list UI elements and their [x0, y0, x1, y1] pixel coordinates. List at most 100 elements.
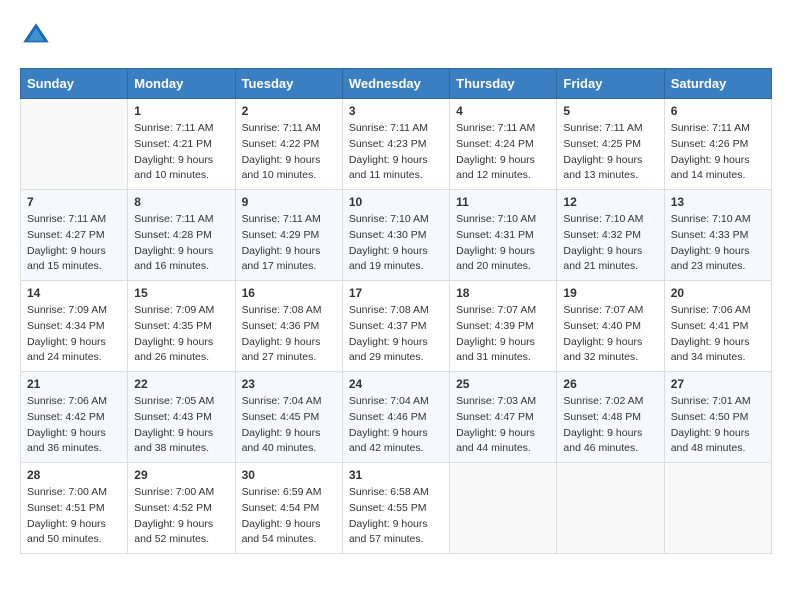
sunrise-text: Sunrise: 7:09 AM — [134, 304, 214, 316]
calendar-week-2: 14 Sunrise: 7:09 AM Sunset: 4:34 PM Dayl… — [21, 281, 772, 372]
sunrise-text: Sunrise: 7:05 AM — [134, 395, 214, 407]
sunrise-text: Sunrise: 7:00 AM — [27, 486, 107, 498]
sunset-text: Sunset: 4:31 PM — [456, 229, 534, 241]
sunset-text: Sunset: 4:21 PM — [134, 138, 212, 150]
day-info: Sunrise: 7:11 AM Sunset: 4:22 PM Dayligh… — [242, 121, 336, 184]
day-number: 24 — [349, 377, 443, 391]
day-number: 21 — [27, 377, 121, 391]
daylight-text: Daylight: 9 hours and 38 minutes. — [134, 427, 213, 455]
day-number: 10 — [349, 195, 443, 209]
daylight-text: Daylight: 9 hours and 23 minutes. — [671, 245, 750, 273]
page-header — [20, 20, 772, 52]
sunset-text: Sunset: 4:36 PM — [242, 320, 320, 332]
calendar-cell: 21 Sunrise: 7:06 AM Sunset: 4:42 PM Dayl… — [21, 372, 128, 463]
day-info: Sunrise: 7:00 AM Sunset: 4:52 PM Dayligh… — [134, 485, 228, 548]
day-number: 9 — [242, 195, 336, 209]
day-number: 3 — [349, 104, 443, 118]
calendar-cell: 1 Sunrise: 7:11 AM Sunset: 4:21 PM Dayli… — [128, 99, 235, 190]
sunset-text: Sunset: 4:45 PM — [242, 411, 320, 423]
sunrise-text: Sunrise: 7:03 AM — [456, 395, 536, 407]
calendar-week-0: 1 Sunrise: 7:11 AM Sunset: 4:21 PM Dayli… — [21, 99, 772, 190]
sunset-text: Sunset: 4:42 PM — [27, 411, 105, 423]
sunset-text: Sunset: 4:54 PM — [242, 502, 320, 514]
calendar-header-friday: Friday — [557, 69, 664, 99]
day-number: 17 — [349, 286, 443, 300]
day-number: 13 — [671, 195, 765, 209]
day-info: Sunrise: 7:01 AM Sunset: 4:50 PM Dayligh… — [671, 394, 765, 457]
calendar-header-wednesday: Wednesday — [342, 69, 449, 99]
day-number: 26 — [563, 377, 657, 391]
calendar-cell: 29 Sunrise: 7:00 AM Sunset: 4:52 PM Dayl… — [128, 463, 235, 554]
day-info: Sunrise: 7:07 AM Sunset: 4:40 PM Dayligh… — [563, 303, 657, 366]
daylight-text: Daylight: 9 hours and 29 minutes. — [349, 336, 428, 364]
sunrise-text: Sunrise: 7:06 AM — [27, 395, 107, 407]
sunset-text: Sunset: 4:28 PM — [134, 229, 212, 241]
day-info: Sunrise: 7:11 AM Sunset: 4:23 PM Dayligh… — [349, 121, 443, 184]
daylight-text: Daylight: 9 hours and 17 minutes. — [242, 245, 321, 273]
sunrise-text: Sunrise: 7:11 AM — [563, 122, 642, 134]
daylight-text: Daylight: 9 hours and 36 minutes. — [27, 427, 106, 455]
calendar-cell: 12 Sunrise: 7:10 AM Sunset: 4:32 PM Dayl… — [557, 190, 664, 281]
day-info: Sunrise: 7:09 AM Sunset: 4:35 PM Dayligh… — [134, 303, 228, 366]
sunrise-text: Sunrise: 7:11 AM — [349, 122, 428, 134]
day-info: Sunrise: 7:11 AM Sunset: 4:25 PM Dayligh… — [563, 121, 657, 184]
sunset-text: Sunset: 4:50 PM — [671, 411, 749, 423]
calendar-cell: 2 Sunrise: 7:11 AM Sunset: 4:22 PM Dayli… — [235, 99, 342, 190]
daylight-text: Daylight: 9 hours and 10 minutes. — [242, 154, 321, 182]
daylight-text: Daylight: 9 hours and 19 minutes. — [349, 245, 428, 273]
calendar-week-1: 7 Sunrise: 7:11 AM Sunset: 4:27 PM Dayli… — [21, 190, 772, 281]
sunset-text: Sunset: 4:52 PM — [134, 502, 212, 514]
sunrise-text: Sunrise: 7:11 AM — [134, 213, 213, 225]
day-info: Sunrise: 7:11 AM Sunset: 4:29 PM Dayligh… — [242, 212, 336, 275]
sunrise-text: Sunrise: 7:02 AM — [563, 395, 643, 407]
daylight-text: Daylight: 9 hours and 16 minutes. — [134, 245, 213, 273]
sunset-text: Sunset: 4:41 PM — [671, 320, 749, 332]
day-number: 16 — [242, 286, 336, 300]
daylight-text: Daylight: 9 hours and 34 minutes. — [671, 336, 750, 364]
sunrise-text: Sunrise: 7:07 AM — [456, 304, 536, 316]
calendar-cell — [664, 463, 771, 554]
logo — [20, 20, 56, 52]
calendar-cell: 13 Sunrise: 7:10 AM Sunset: 4:33 PM Dayl… — [664, 190, 771, 281]
daylight-text: Daylight: 9 hours and 31 minutes. — [456, 336, 535, 364]
calendar-cell: 22 Sunrise: 7:05 AM Sunset: 4:43 PM Dayl… — [128, 372, 235, 463]
day-number: 15 — [134, 286, 228, 300]
day-number: 25 — [456, 377, 550, 391]
calendar-cell: 26 Sunrise: 7:02 AM Sunset: 4:48 PM Dayl… — [557, 372, 664, 463]
day-number: 11 — [456, 195, 550, 209]
day-number: 27 — [671, 377, 765, 391]
day-info: Sunrise: 7:08 AM Sunset: 4:37 PM Dayligh… — [349, 303, 443, 366]
daylight-text: Daylight: 9 hours and 57 minutes. — [349, 518, 428, 546]
calendar-cell: 14 Sunrise: 7:09 AM Sunset: 4:34 PM Dayl… — [21, 281, 128, 372]
sunrise-text: Sunrise: 7:08 AM — [242, 304, 322, 316]
calendar-header-monday: Monday — [128, 69, 235, 99]
day-number: 12 — [563, 195, 657, 209]
calendar-cell: 9 Sunrise: 7:11 AM Sunset: 4:29 PM Dayli… — [235, 190, 342, 281]
sunrise-text: Sunrise: 7:06 AM — [671, 304, 751, 316]
daylight-text: Daylight: 9 hours and 12 minutes. — [456, 154, 535, 182]
day-number: 5 — [563, 104, 657, 118]
daylight-text: Daylight: 9 hours and 26 minutes. — [134, 336, 213, 364]
sunrise-text: Sunrise: 7:09 AM — [27, 304, 107, 316]
daylight-text: Daylight: 9 hours and 52 minutes. — [134, 518, 213, 546]
day-info: Sunrise: 6:58 AM Sunset: 4:55 PM Dayligh… — [349, 485, 443, 548]
day-info: Sunrise: 7:08 AM Sunset: 4:36 PM Dayligh… — [242, 303, 336, 366]
day-info: Sunrise: 7:03 AM Sunset: 4:47 PM Dayligh… — [456, 394, 550, 457]
sunset-text: Sunset: 4:48 PM — [563, 411, 641, 423]
day-number: 20 — [671, 286, 765, 300]
day-info: Sunrise: 7:02 AM Sunset: 4:48 PM Dayligh… — [563, 394, 657, 457]
calendar-cell: 7 Sunrise: 7:11 AM Sunset: 4:27 PM Dayli… — [21, 190, 128, 281]
sunset-text: Sunset: 4:46 PM — [349, 411, 427, 423]
day-info: Sunrise: 7:00 AM Sunset: 4:51 PM Dayligh… — [27, 485, 121, 548]
day-info: Sunrise: 7:05 AM Sunset: 4:43 PM Dayligh… — [134, 394, 228, 457]
calendar-cell: 19 Sunrise: 7:07 AM Sunset: 4:40 PM Dayl… — [557, 281, 664, 372]
daylight-text: Daylight: 9 hours and 15 minutes. — [27, 245, 106, 273]
sunrise-text: Sunrise: 7:11 AM — [134, 122, 213, 134]
sunset-text: Sunset: 4:32 PM — [563, 229, 641, 241]
day-info: Sunrise: 7:11 AM Sunset: 4:24 PM Dayligh… — [456, 121, 550, 184]
day-number: 1 — [134, 104, 228, 118]
daylight-text: Daylight: 9 hours and 40 minutes. — [242, 427, 321, 455]
day-info: Sunrise: 7:11 AM Sunset: 4:21 PM Dayligh… — [134, 121, 228, 184]
sunset-text: Sunset: 4:40 PM — [563, 320, 641, 332]
calendar-cell: 6 Sunrise: 7:11 AM Sunset: 4:26 PM Dayli… — [664, 99, 771, 190]
